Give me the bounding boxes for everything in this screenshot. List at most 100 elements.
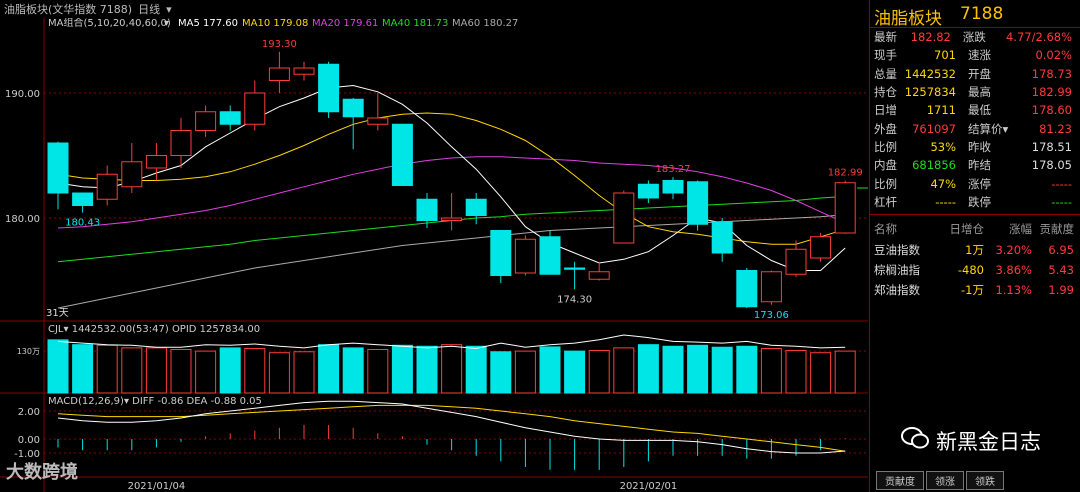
- quote-label: 昨收: [968, 139, 991, 154]
- volume-bar: [121, 347, 143, 394]
- wechat-account-name: 新黑金日志: [936, 429, 1041, 454]
- quote-label: 涨停: [968, 176, 991, 191]
- sector-row[interactable]: 豆油指数 1万 3.20% 6.95: [870, 240, 1080, 260]
- quote-label: 比例: [874, 139, 897, 154]
- candle: [613, 192, 635, 244]
- quote-value: 681856: [912, 158, 956, 173]
- opid-line: [57, 334, 846, 350]
- col-contribution[interactable]: 贡献度: [1032, 221, 1078, 237]
- volume-bar: [539, 346, 561, 394]
- panel-tabs: 贡献度 领涨 领跌: [876, 471, 1004, 490]
- candle: [367, 117, 389, 125]
- price-annotation: 183.27: [656, 164, 691, 175]
- period-dropdown-icon[interactable]: ▾: [166, 3, 172, 16]
- quote-label: 内盘: [874, 158, 897, 173]
- quote-row: 内盘 681856 昨结 178.05: [870, 156, 1080, 174]
- chart-header: 油脂板块(文华指数 7188) 日线 ▾: [0, 0, 868, 18]
- tab-contribution[interactable]: 贡献度: [876, 471, 924, 490]
- price-annotation: 173.06: [754, 310, 789, 321]
- ma-legend-ma60: MA60 180.27: [452, 18, 518, 29]
- sector-contribution: 5.43: [1048, 262, 1074, 277]
- volume-bar: [416, 345, 438, 394]
- quote-row: 最新 182.82 涨跌 4.77/2.68%: [870, 28, 1080, 46]
- quote-value: 701: [934, 48, 956, 63]
- volume-bar: [72, 344, 94, 394]
- candle: [760, 271, 782, 303]
- col-name[interactable]: 名称: [870, 221, 932, 237]
- quote-label: 持仓: [874, 85, 897, 100]
- sector-list: 豆油指数 1万 3.20% 6.95 棕榈油指 -480 3.86% 5.43 郑油指数 -1万 1…: [870, 240, 1080, 300]
- quote-value: 178.05: [1031, 158, 1072, 173]
- sector-oi-change: -480: [957, 262, 984, 277]
- quote-value: 178.73: [1031, 66, 1072, 81]
- volume-bar: [564, 350, 586, 394]
- quote-row: 外盘 761097 结算价▾ 81.23: [870, 119, 1080, 137]
- candle: [72, 192, 94, 206]
- volume-bar: [810, 352, 832, 394]
- candle: [810, 236, 832, 259]
- macd-legend: MACD(12,26,9)▾ DIFF -0.86 DEA -0.88 0.05: [48, 396, 262, 407]
- candle: [711, 221, 733, 254]
- quote-value: 47%: [930, 176, 956, 191]
- candle: [342, 98, 364, 118]
- quote-label: 现手: [874, 48, 897, 63]
- quote-value: 81.23: [1039, 121, 1072, 136]
- brand-watermark: 大数跨境: [6, 458, 78, 484]
- quote-value: 761097: [912, 121, 956, 136]
- volume-bar: [244, 348, 266, 394]
- quote-panel: 油脂板块 7188 最新 182.82 涨跌 4.77/2.68% 现手 701 速涨 0.0…: [869, 0, 1080, 492]
- volume-legend: CJL▾ 1442532.00(53:47) OPID 1257834.00: [48, 324, 260, 335]
- ma-legend-ma20: MA20 179.61: [312, 18, 378, 29]
- quote-label: 最低: [968, 103, 991, 118]
- quote-value: 1257834: [904, 85, 956, 100]
- quote-label: 速涨: [968, 48, 991, 63]
- quote-value: 53%: [930, 139, 956, 154]
- sector-row[interactable]: 棕榈油指 -480 3.86% 5.43: [870, 260, 1080, 280]
- sector-change: 1.13%: [995, 282, 1032, 297]
- volume-bar: [637, 344, 659, 394]
- quote-table: 最新 182.82 涨跌 4.77/2.68% 现手 701 速涨 0.02% 总量 144253…: [870, 28, 1080, 211]
- volume-bar: [170, 349, 192, 394]
- chart-area[interactable]: 190.00 180.00 MA组合(5,10,20,40,60,0) ▾ MA5 17…: [0, 16, 868, 492]
- quote-label: 昨结: [968, 158, 991, 173]
- quote-label: 结算价▾: [968, 121, 1009, 136]
- ma-legend-ma5: MA5 177.60: [178, 18, 238, 29]
- kline-chart: 190.00 180.00 MA组合(5,10,20,40,60,0)▾ MA5 17…: [0, 16, 868, 492]
- candle: [121, 161, 143, 188]
- candle: [170, 130, 192, 156]
- candle: [662, 180, 684, 194]
- quote-row: 持仓 1257834 最高 182.99: [870, 83, 1080, 101]
- sector-change: 3.20%: [995, 242, 1032, 257]
- candle: [219, 111, 241, 125]
- volume-bar: [195, 350, 217, 394]
- volume-bar: [219, 347, 241, 394]
- candle: [736, 270, 758, 308]
- candle: [391, 123, 413, 186]
- quote-row: 日增 1711 最低 178.60: [870, 101, 1080, 119]
- volume-tick-label: 130万: [17, 347, 40, 356]
- quote-value: -----: [935, 194, 956, 209]
- volume-bar: [145, 347, 167, 394]
- price-annotation: 182.99: [828, 168, 863, 179]
- sector-change: 3.86%: [995, 262, 1032, 277]
- tab-leaders-down[interactable]: 领跌: [966, 471, 1004, 490]
- col-change[interactable]: 涨幅: [984, 221, 1032, 237]
- volume-bar: [342, 347, 364, 394]
- quote-value: 182.82: [910, 30, 951, 45]
- sector-row[interactable]: 郑油指数 -1万 1.13% 1.99: [870, 280, 1080, 300]
- col-oi-change[interactable]: 日增仓: [932, 221, 985, 237]
- instrument-label[interactable]: 油脂板块(文华指数 7188): [4, 1, 132, 17]
- candle: [834, 182, 856, 234]
- volume-bar: [441, 344, 463, 394]
- candle: [441, 217, 463, 221]
- volume-bar: [96, 344, 118, 394]
- quote-value: -----: [1051, 194, 1072, 209]
- x-tick-label: 2021/01/04: [128, 481, 186, 492]
- wechat-watermark: 新黑金日志: [900, 425, 1041, 456]
- sector-name: 豆油指数: [874, 242, 920, 257]
- volume-bar: [465, 345, 487, 394]
- quote-row: 杠杆 ----- 跌停 -----: [870, 193, 1080, 211]
- volume-bar: [47, 339, 69, 394]
- period-label[interactable]: 日线: [138, 1, 160, 17]
- tab-leaders-up[interactable]: 领涨: [926, 471, 964, 490]
